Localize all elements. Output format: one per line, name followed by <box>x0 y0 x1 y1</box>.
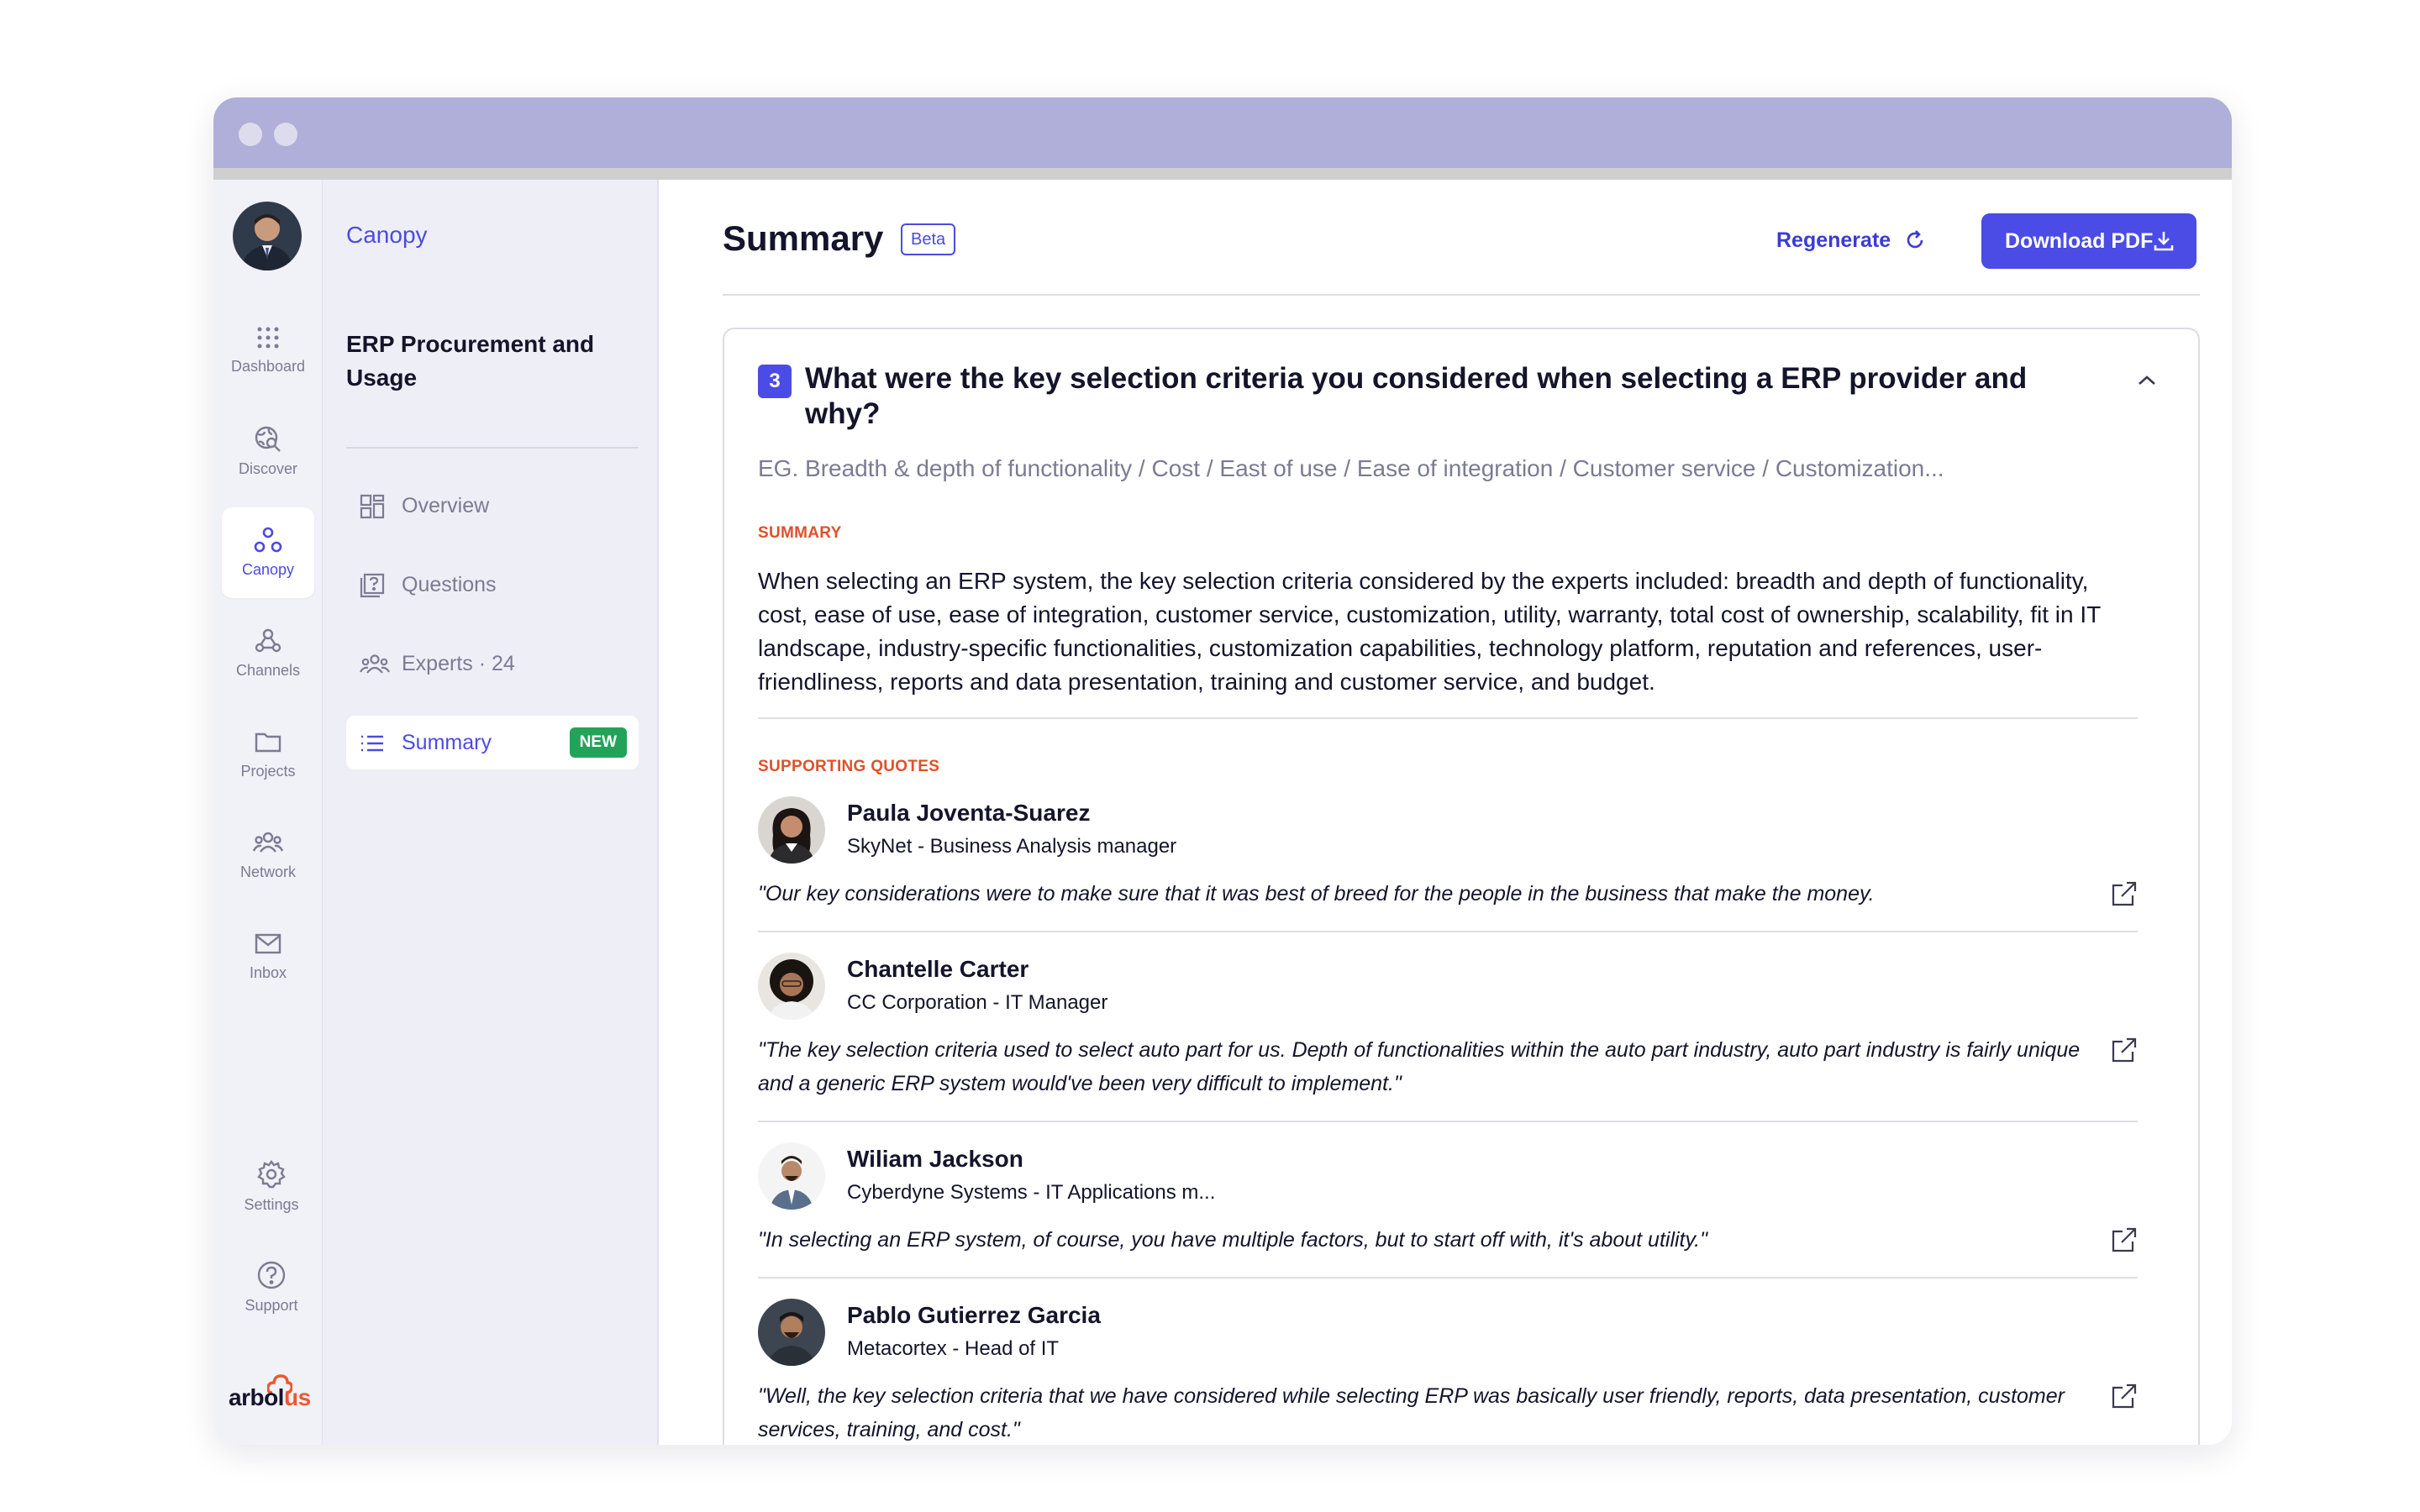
app-window: Dashboard Discover Canopy Channels Proje… <box>213 97 2232 1445</box>
quote-item: Chantelle Carter CC Corporation - IT Man… <box>758 953 2138 1121</box>
window-titlebar <box>213 97 2232 168</box>
refresh-icon <box>1907 230 1923 249</box>
beta-badge: Beta <box>901 223 956 255</box>
expert-avatar[interactable] <box>758 796 825 864</box>
question-box-icon <box>360 573 385 598</box>
expert-role: SkyNet - Business Analysis manager <box>847 835 1177 858</box>
expert-name: Chantelle Carter <box>847 956 1029 982</box>
help-circle-icon <box>257 1261 286 1289</box>
nav-label: Summary <box>402 731 492 754</box>
canopy-panel: Canopy ERP Procurement and Usage Overvie… <box>323 180 659 1445</box>
expert-avatar[interactable] <box>758 953 825 1020</box>
summary-divider <box>758 717 2138 719</box>
rail-item-inbox[interactable]: Inbox <box>222 911 314 1001</box>
rail-item-projects[interactable]: Projects <box>222 709 314 800</box>
question-card: 3 What were the key selection criteria y… <box>723 328 2200 1445</box>
window-dot[interactable] <box>239 123 262 146</box>
regenerate-label: Regenerate <box>1776 228 1891 252</box>
quote-item: Paula Joventa-Suarez SkyNet - Business A… <box>758 796 2138 939</box>
expert-role: Cyberdyne Systems - IT Applications m... <box>847 1181 1216 1204</box>
header-divider <box>723 294 2200 296</box>
new-badge: NEW <box>569 727 627 758</box>
user-avatar[interactable] <box>233 202 302 270</box>
quote-text: "Well, the key selection criteria that w… <box>758 1384 2065 1441</box>
rail-item-channels[interactable]: Channels <box>222 608 314 699</box>
nav-label: Overview <box>402 494 490 517</box>
mail-icon <box>255 933 281 954</box>
canopy-circles-icon <box>254 527 282 553</box>
nav-label: Experts · 24 <box>402 652 515 675</box>
quote-item: Pablo Gutierrez Garcia Metacortex - Head… <box>758 1299 2138 1445</box>
regenerate-button[interactable]: Regenerate <box>1776 223 1923 257</box>
quote-text: "The key selection criteria used to sele… <box>758 1038 2081 1095</box>
expert-avatar[interactable] <box>758 1142 825 1210</box>
rail-label: Support <box>245 1297 298 1314</box>
rail-label: Dashboard <box>230 358 306 375</box>
folder-icon <box>255 732 281 753</box>
window-dot[interactable] <box>274 123 297 146</box>
question-hint: EG. Breadth & depth of functionality / C… <box>758 455 1944 481</box>
summary-label: SUMMARY <box>758 524 842 542</box>
arbolus-logo: arbolus <box>229 1373 311 1415</box>
rail-label: Channels <box>235 662 301 679</box>
download-pdf-button[interactable]: Download PDF <box>1981 213 2196 269</box>
quote-text: "Our key considerations were to make sur… <box>758 882 1875 906</box>
globe-search-icon <box>255 426 281 452</box>
download-icon <box>2154 232 2174 251</box>
summary-text: When selecting an ERP system, the key se… <box>758 568 2101 695</box>
expert-name: Paula Joventa-Suarez <box>847 800 1091 826</box>
download-label: Download PDF <box>2005 229 2154 253</box>
rail-label: Inbox <box>249 964 287 981</box>
expert-name: Wiliam Jackson <box>847 1146 1023 1172</box>
nav-label: Questions <box>402 573 497 596</box>
rail-label: Settings <box>244 1196 299 1213</box>
breadcrumb[interactable]: Canopy <box>346 222 428 249</box>
nav-summary[interactable]: Summary NEW <box>346 716 639 769</box>
nav-experts[interactable]: Experts · 24 <box>346 637 639 690</box>
chevron-up-icon[interactable] <box>2136 373 2158 388</box>
rail-item-canopy[interactable]: Canopy <box>222 507 314 598</box>
external-link-icon[interactable] <box>2111 1037 2138 1063</box>
expert-role: Metacortex - Head of IT <box>847 1337 1060 1360</box>
canopy-title: ERP Procurement and Usage <box>346 331 595 391</box>
rail-label: Discover <box>238 460 297 477</box>
page-title: Summary <box>723 218 884 258</box>
expert-avatar[interactable] <box>758 1299 825 1366</box>
expert-name: Pablo Gutierrez Garcia <box>847 1302 1101 1328</box>
rail-item-network[interactable]: Network <box>222 810 314 900</box>
rail-label: Projects <box>240 763 296 780</box>
list-icon <box>361 735 383 752</box>
rail-item-discover[interactable]: Discover <box>222 407 314 497</box>
rail-label: Network <box>239 864 296 880</box>
nav-questions[interactable]: Questions <box>346 558 639 612</box>
external-link-icon[interactable] <box>2111 880 2138 907</box>
quote-text: "In selecting an ERP system, of course, … <box>758 1228 1707 1252</box>
supporting-quotes-label: SUPPORTING QUOTES <box>758 758 940 775</box>
question-number: 3 <box>758 365 792 398</box>
grid-dots-icon <box>257 327 279 349</box>
rail-label: Canopy <box>241 561 295 578</box>
quote-item: Wiliam Jackson Cyberdyne Systems - IT Ap… <box>758 1142 2138 1285</box>
layout-grid-icon <box>360 494 385 519</box>
nav-overview[interactable]: Overview <box>346 479 639 533</box>
logo-text: arbolus <box>229 1384 311 1410</box>
rail-item-settings[interactable]: Settings <box>225 1141 318 1231</box>
people-icon <box>252 832 284 853</box>
expert-role: CC Corporation - IT Manager <box>847 991 1108 1014</box>
quote-divider <box>758 931 2138 932</box>
window-topstrip <box>213 168 2232 180</box>
quote-divider <box>758 1277 2138 1278</box>
rail-item-support[interactable]: Support <box>225 1242 318 1332</box>
icon-rail: Dashboard Discover Canopy Channels Proje… <box>213 180 323 1445</box>
rail-item-dashboard[interactable]: Dashboard <box>222 306 314 396</box>
external-link-icon[interactable] <box>2111 1383 2138 1410</box>
external-link-icon[interactable] <box>2111 1226 2138 1253</box>
gear-icon <box>257 1160 286 1189</box>
summary-main: Summary Beta Regenerate Download PDF 3 W… <box>659 180 2232 1445</box>
quote-divider <box>758 1121 2138 1122</box>
webhook-icon <box>255 628 281 653</box>
question-text: What were the key selection criteria you… <box>805 362 2028 430</box>
panel-divider <box>346 447 639 449</box>
people-icon <box>360 654 390 674</box>
